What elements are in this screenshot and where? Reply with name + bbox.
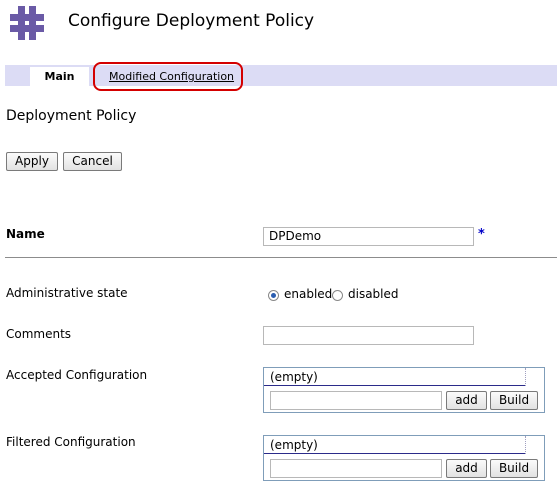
accepted-list-scrollbar[interactable] (525, 368, 526, 386)
enabled-radio[interactable] (268, 290, 279, 301)
filtered-configuration-label: Filtered Configuration (6, 435, 136, 449)
filtered-build-button[interactable]: Build (490, 459, 538, 478)
enabled-label: enabled (284, 287, 333, 301)
disabled-radio[interactable] (332, 290, 343, 301)
page-title: Configure Deployment Policy (68, 11, 315, 31)
comments-input[interactable] (263, 326, 474, 345)
name-label: Name (6, 227, 45, 241)
cancel-button[interactable]: Cancel (63, 152, 122, 171)
accepted-build-button[interactable]: Build (490, 391, 538, 410)
apply-button[interactable]: Apply (6, 152, 58, 171)
accepted-add-button[interactable]: add (446, 391, 487, 410)
accepted-list-item[interactable]: (empty) (264, 368, 526, 386)
filtered-add-button[interactable]: add (446, 459, 487, 478)
accepted-configuration-label: Accepted Configuration (6, 368, 148, 382)
accepted-add-input[interactable] (270, 391, 442, 410)
highlight-annotation (93, 62, 243, 91)
section-heading: Deployment Policy (6, 108, 137, 124)
disabled-label: disabled (348, 287, 399, 301)
name-input[interactable]: DPDemo (263, 227, 474, 246)
filtered-add-input[interactable] (270, 459, 442, 478)
comments-label: Comments (6, 327, 72, 341)
tab-main[interactable]: Main (30, 67, 89, 86)
deployment-logo-icon (10, 6, 44, 40)
filtered-list-scrollbar[interactable] (525, 436, 526, 454)
divider (5, 257, 557, 258)
required-marker: * (478, 227, 485, 242)
admin-state-label: Administrative state (6, 286, 128, 300)
filtered-list-item[interactable]: (empty) (264, 436, 526, 454)
